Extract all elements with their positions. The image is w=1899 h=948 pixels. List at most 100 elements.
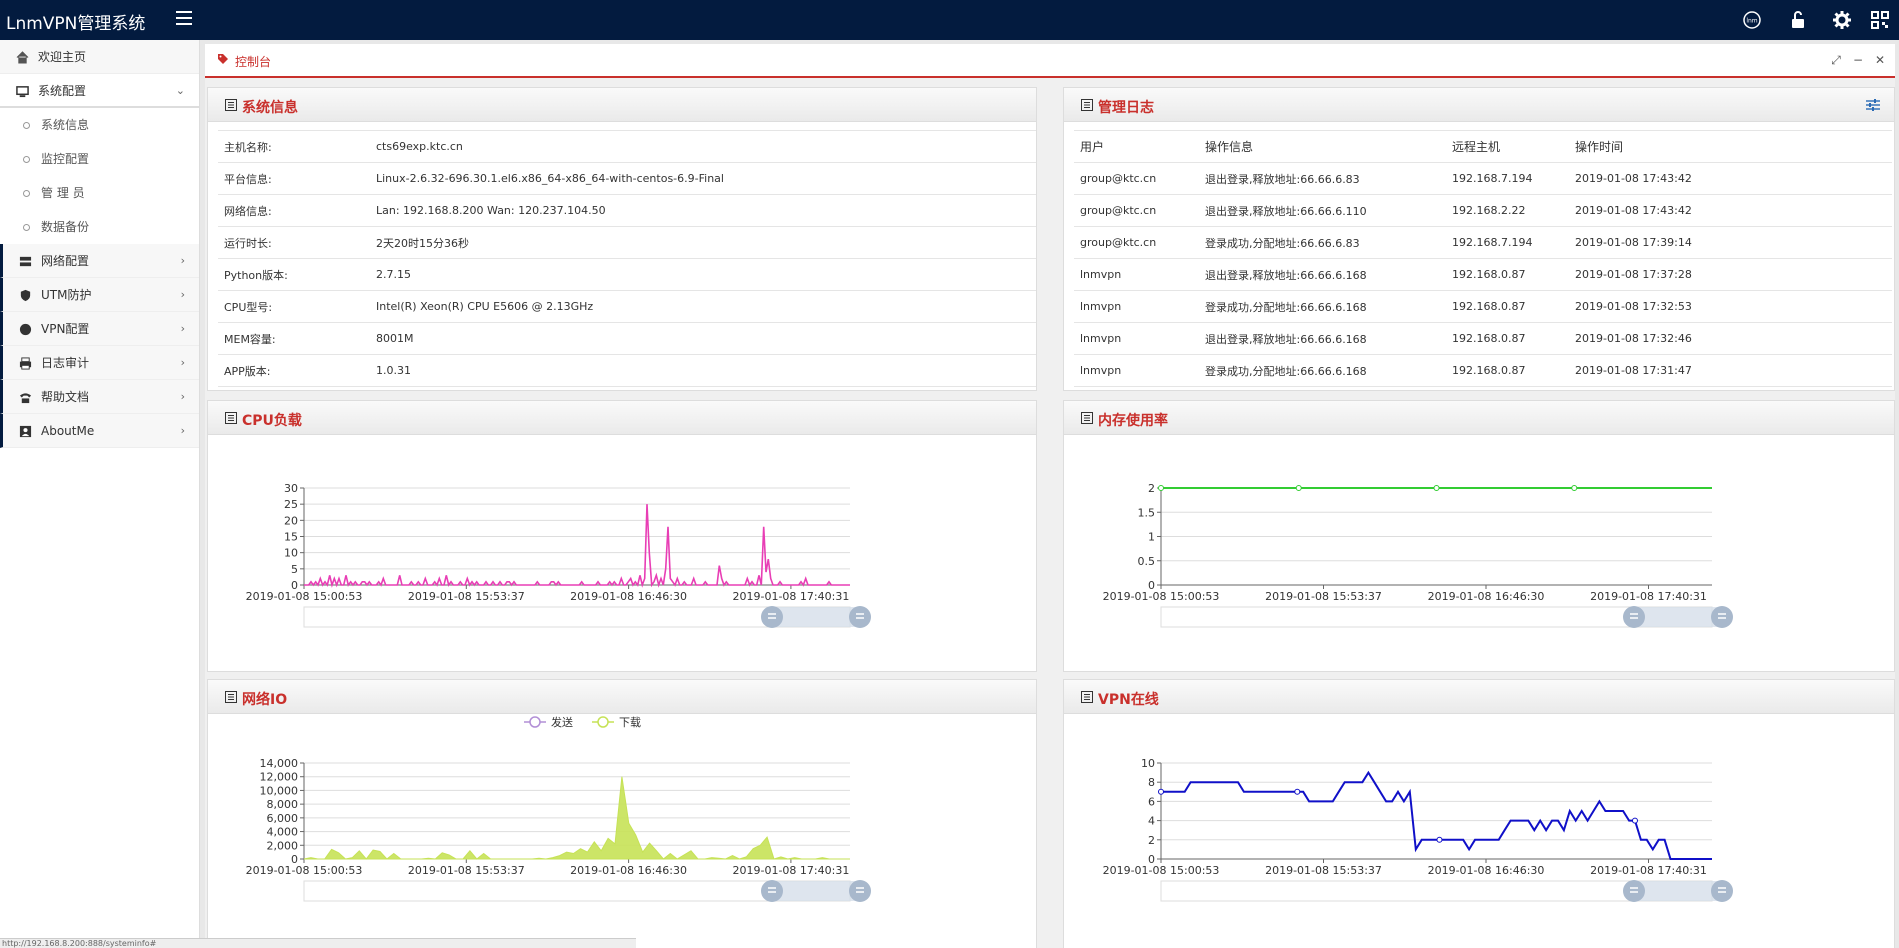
tab-dashboard[interactable]: 控制台	[235, 53, 271, 70]
table-cell: group@ktc.cn	[1074, 226, 1199, 259]
table-cell: lnmvpn	[1074, 322, 1199, 355]
sidebar-item-system-config[interactable]: 系统配置 ⌄	[0, 74, 199, 108]
chevron-right-icon: ›	[180, 424, 185, 437]
data-point	[1571, 485, 1578, 491]
close-icon[interactable]: ✕	[1873, 53, 1887, 67]
data-point	[1433, 485, 1440, 491]
x-tick-label: 2019-01-08 16:46:30	[1428, 864, 1545, 877]
phone-icon	[19, 393, 32, 404]
sysinfo-value: 2.7.15	[370, 258, 1036, 291]
x-tick-label: 2019-01-08 15:53:37	[1265, 864, 1382, 877]
sysinfo-key: CPU型号:	[218, 290, 370, 323]
table-cell: 192.168.0.87	[1446, 322, 1569, 355]
y-tick-label: 2	[1148, 834, 1155, 847]
table-row: lnmvpn 登录成功,分配地址:66.66.6.168 192.168.0.87 2…	[1074, 354, 1892, 387]
sidebar-subitem-backup[interactable]: 数据备份	[3, 210, 199, 244]
panel-cpu: CPU负载 0 5 10 15 20 25 30 2019-01-08 15:00:53 201…	[207, 400, 1037, 672]
table-header-row: 用户 操作信息 远程主机 操作时间	[1074, 130, 1892, 163]
shield-icon	[20, 289, 31, 302]
gear-icon[interactable]	[1832, 10, 1852, 30]
sidebar-item-vpn[interactable]: VPN配置 ›	[0, 312, 199, 346]
lnm-logo-icon[interactable]: lnm	[1742, 10, 1762, 30]
y-tick-label: 2,000	[267, 839, 299, 852]
sidebar-item-label: 欢迎主页	[38, 50, 87, 64]
chevron-right-icon: ›	[180, 356, 185, 369]
table-cell: 192.168.0.87	[1446, 290, 1569, 323]
x-tick-label: 2019-01-08 17:40:31	[732, 590, 849, 603]
sysinfo-value: Linux-2.6.32-696.30.1.el6.x86_64-x86_64-…	[370, 162, 1036, 195]
unlock-icon[interactable]	[1788, 10, 1808, 30]
y-tick-label: 15	[284, 531, 298, 544]
table-cell: 192.168.0.87	[1446, 354, 1569, 387]
chevron-down-icon: ⌄	[175, 84, 185, 97]
sidebar-subitem-sysinfo[interactable]: 系统信息	[3, 108, 199, 142]
y-tick-label: 8	[1148, 776, 1155, 789]
sysinfo-key: Python版本:	[218, 258, 370, 291]
zoom-slider-handle	[1711, 606, 1733, 628]
server-icon	[19, 256, 32, 267]
sidebar-item-log[interactable]: 日志审计 ›	[0, 346, 199, 380]
table-cell: 2019-01-08 17:37:28	[1569, 258, 1892, 291]
desktop-icon	[16, 86, 29, 98]
globe-icon	[19, 323, 32, 336]
list-icon	[1081, 99, 1093, 111]
x-tick-label: 2019-01-08 15:00:53	[246, 864, 363, 877]
sidebar-item-label: AboutMe	[41, 424, 95, 438]
sidebar-item-utm[interactable]: UTM防护 ›	[0, 278, 199, 312]
chevron-right-icon: ›	[180, 390, 185, 403]
table-row: 网络信息: Lan: 192.168.8.200 Wan: 120.237.104…	[218, 194, 1036, 227]
sidebar-item-label: 帮助文档	[41, 390, 90, 404]
sysinfo-value: cts69exp.ktc.cn	[370, 130, 1036, 163]
sidebar-item-aboutme[interactable]: AboutMe ›	[0, 414, 199, 448]
panel-header: CPU负载	[208, 401, 1036, 435]
zoom-slider-window	[1634, 607, 1722, 627]
table-cell: 2019-01-08 17:39:14	[1569, 226, 1892, 259]
table-cell: 192.168.0.87	[1446, 258, 1569, 291]
zoom-slider-window	[772, 881, 860, 901]
sidebar-subitem-admin[interactable]: 管 理 员	[3, 176, 199, 210]
y-tick-label: 12,000	[260, 771, 299, 784]
x-tick-label: 2019-01-08 15:53:37	[408, 590, 525, 603]
table-cell: group@ktc.cn	[1074, 162, 1199, 195]
panel-header: 内存使用率	[1064, 401, 1894, 435]
series-line	[304, 504, 850, 588]
table-row: MEM容量: 8001M	[218, 322, 1036, 355]
sidebar: 欢迎主页 系统配置 ⌄ 系统信息 监控配置 管 理 员 数据备份 网络配置 › …	[0, 40, 200, 948]
sidebar-item-label: 日志审计	[41, 356, 90, 370]
sidebar-item-network[interactable]: 网络配置 ›	[0, 244, 199, 278]
minimize-icon[interactable]: −	[1851, 53, 1865, 67]
panel-vpn: VPN在线 0 2 4 6 8 10 2019-01-08 15:00:53 2019-01-…	[1063, 679, 1895, 948]
y-tick-label: 1.5	[1138, 506, 1156, 519]
table-cell: 2019-01-08 17:43:42	[1569, 194, 1892, 227]
sidebar-subitem-monitor[interactable]: 监控配置	[3, 142, 199, 176]
sysinfo-value: 2天20时15分36秒	[370, 226, 1036, 259]
table-cell: lnmvpn	[1074, 258, 1199, 291]
table-cell: 退出登录,释放地址:66.66.6.168	[1199, 258, 1446, 291]
menu-toggle-icon[interactable]	[176, 11, 192, 25]
table-cell: 登录成功,分配地址:66.66.6.168	[1199, 354, 1446, 387]
x-tick-label: 2019-01-08 16:46:30	[1428, 590, 1545, 603]
table-row: group@ktc.cn 登录成功,分配地址:66.66.6.83 192.168.…	[1074, 226, 1892, 259]
qrcode-icon[interactable]	[1870, 10, 1890, 30]
table-cell: 2019-01-08 17:32:46	[1569, 322, 1892, 355]
table-cell: 2019-01-08 17:32:53	[1569, 290, 1892, 323]
sliders-icon[interactable]	[1866, 99, 1880, 111]
x-tick-label: 2019-01-08 15:00:53	[1103, 590, 1220, 603]
sidebar-item-home[interactable]: 欢迎主页	[0, 40, 199, 74]
x-tick-label: 2019-01-08 15:53:37	[1265, 590, 1382, 603]
table-row: 平台信息: Linux-2.6.32-696.30.1.el6.x86_64-x8…	[218, 162, 1036, 195]
expand-icon[interactable]: ⤢	[1829, 53, 1843, 67]
zoom-slider-handle	[1711, 880, 1733, 902]
y-tick-label: 4,000	[267, 826, 299, 839]
main-content: 控制台 ⤢ − ✕ 系统信息 主机名称: cts69exp.ktc.cn 平台信息:…	[205, 44, 1895, 948]
legend-label: 发送	[551, 715, 573, 729]
sidebar-item-help[interactable]: 帮助文档 ›	[0, 380, 199, 414]
cpu-chart: 0510152025302019-01-08 15:00:53 2019-01-0…	[246, 482, 871, 628]
panel-header: 管理日志	[1064, 88, 1894, 122]
sysinfo-key: MEM容量:	[218, 322, 370, 355]
panel-title: 网络IO	[242, 692, 288, 708]
sidebar-submenu: 系统信息 监控配置 管 理 员 数据备份	[0, 108, 199, 244]
y-tick-label: 2	[1148, 482, 1155, 495]
chevron-right-icon: ›	[180, 288, 185, 301]
panel-mem: 内存使用率 0 0.5 1 1.5 2 2019-01-08 15:00:53 2019-0…	[1063, 400, 1895, 672]
